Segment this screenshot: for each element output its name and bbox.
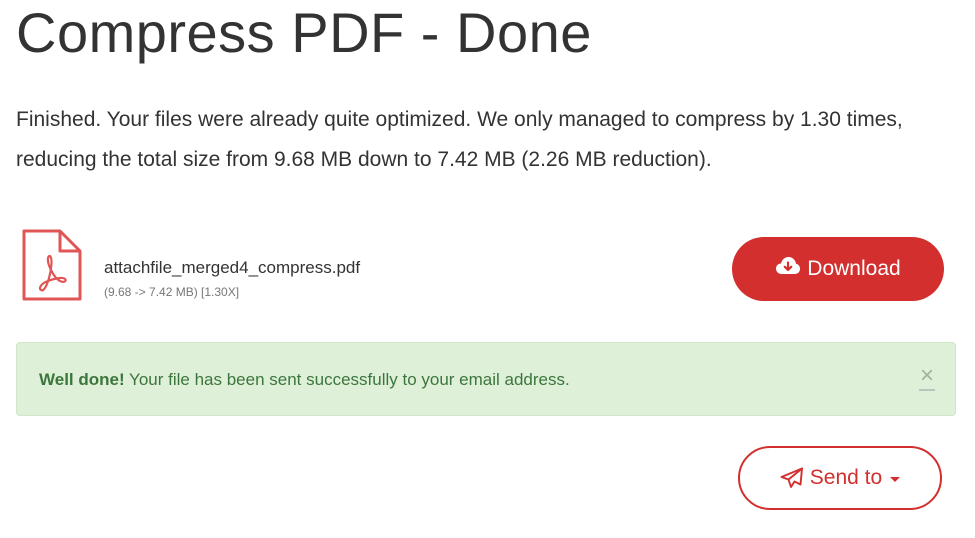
paper-plane-icon — [780, 467, 803, 488]
send-to-label: Send to — [809, 466, 883, 489]
alert-message: Well done! Your file has been sent succe… — [39, 370, 570, 390]
success-alert: Well done! Your file has been sent succe… — [16, 342, 956, 416]
pdf-file-icon — [20, 228, 84, 302]
cloud-download-icon — [776, 257, 801, 274]
file-name: attachfile_merged4_compress.pdf — [104, 258, 361, 277]
close-icon[interactable]: × — [918, 364, 935, 391]
compression-summary: Finished. Your files were already quite … — [16, 108, 903, 171]
file-size-info: (9.68 -> 7.42 MB) [1.30X] — [104, 285, 240, 299]
send-to-button[interactable]: Send to — [738, 446, 942, 510]
alert-strong-text: Well done! — [39, 370, 125, 389]
page-title: Compress PDF - Done — [16, 1, 592, 64]
alert-body-text: Your file has been sent successfully to … — [124, 370, 570, 389]
download-label: Download — [807, 257, 901, 280]
download-button[interactable]: Download — [732, 237, 944, 301]
caret-down-icon — [890, 477, 901, 482]
